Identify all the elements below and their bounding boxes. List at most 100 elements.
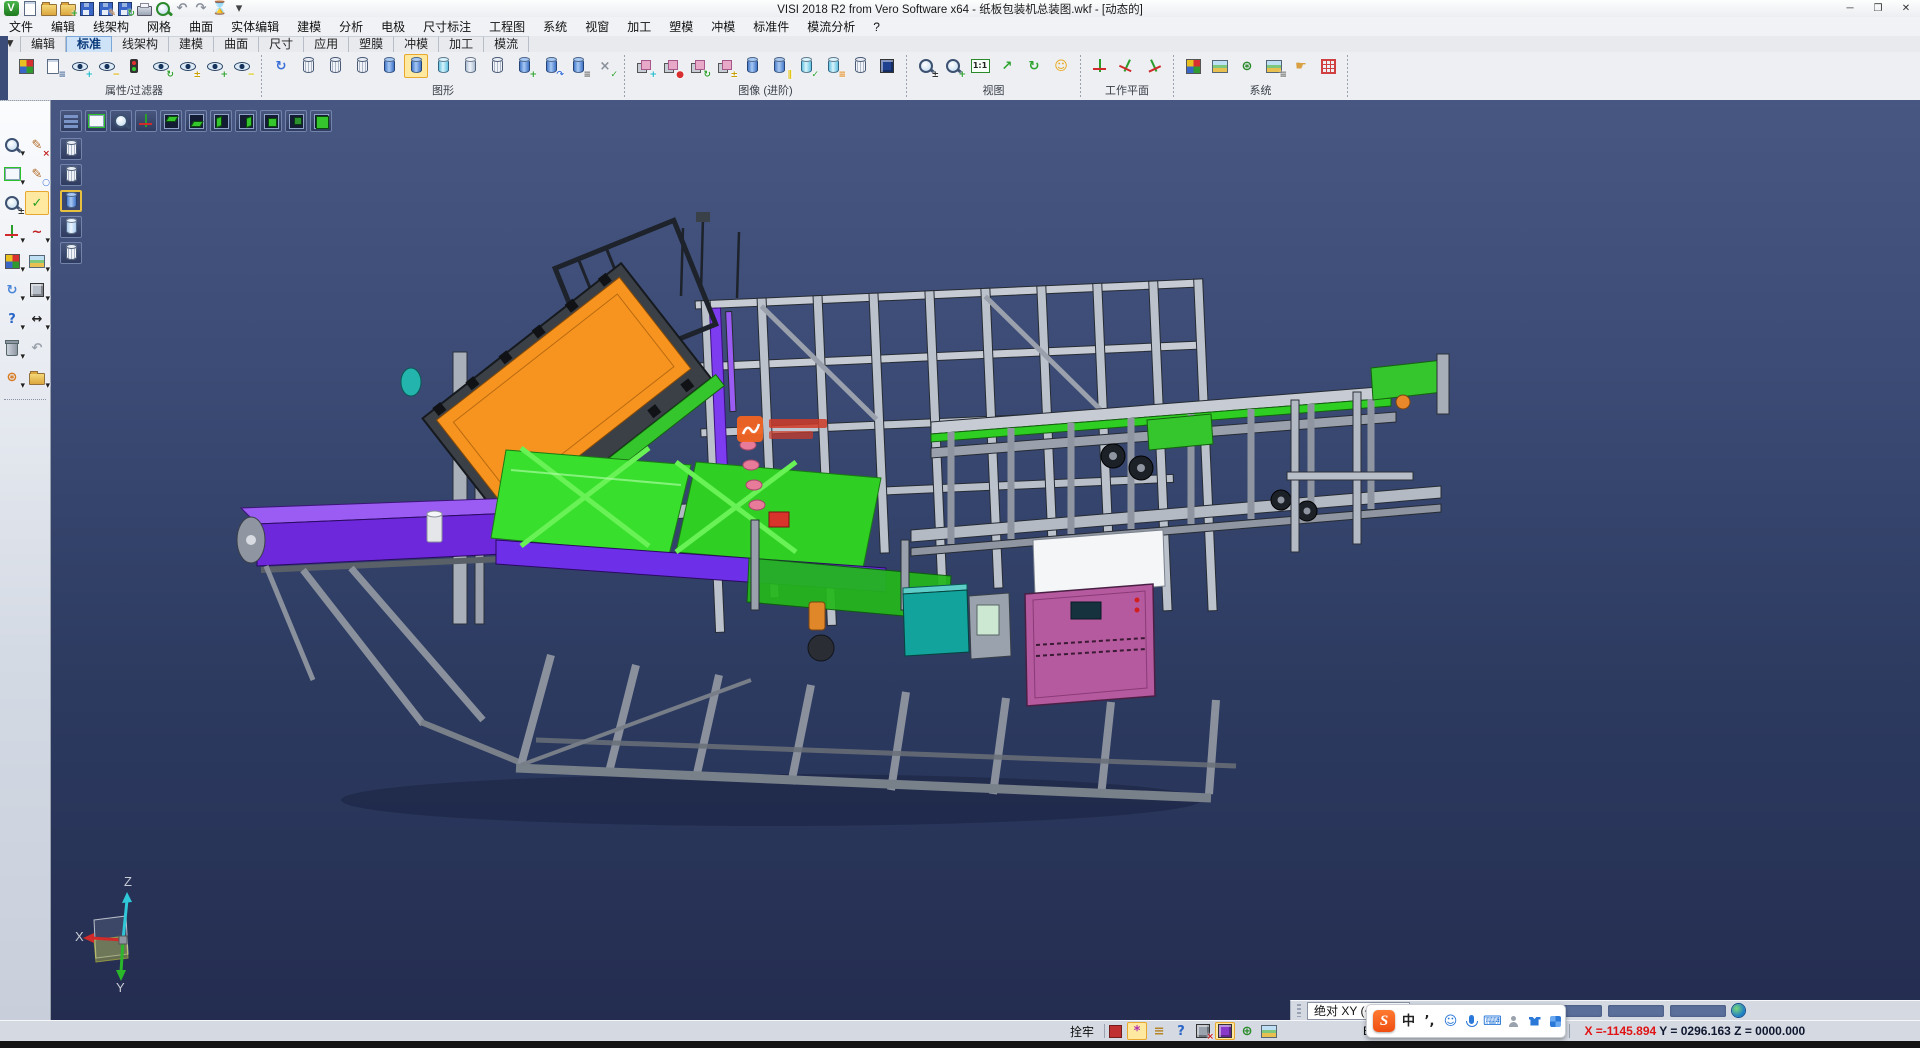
dashed-hidden-view-icon[interactable]: [350, 54, 374, 78]
view-iso-icon[interactable]: [310, 110, 332, 132]
edit-curve-tool[interactable]: ✎○: [25, 162, 49, 186]
menu-item-5[interactable]: 实体编辑: [222, 18, 288, 36]
mode-hatch-icon[interactable]: [60, 242, 82, 264]
print-icon[interactable]: [135, 0, 153, 17]
model-viewport[interactable]: X Y Z: [51, 100, 1920, 1020]
solid-sheet-icon[interactable]: ≡: [821, 54, 845, 78]
menu-item-9[interactable]: 尺寸标注: [414, 18, 480, 36]
zoom-selection-icon[interactable]: +: [941, 54, 965, 78]
tab-9[interactable]: 加工: [439, 36, 484, 52]
viewport-layout-tool[interactable]: ▾: [25, 249, 49, 273]
menu-item-1[interactable]: 编辑: [42, 18, 84, 36]
color-table-icon[interactable]: [1181, 54, 1205, 78]
menu-item-10[interactable]: 工程图: [480, 18, 534, 36]
tab-7[interactable]: 塑膜: [349, 36, 394, 52]
transparent-view-icon[interactable]: [431, 54, 455, 78]
status-slot-button[interactable]: [1670, 1005, 1726, 1017]
grid-config-icon[interactable]: [1316, 54, 1340, 78]
image-capture-icon[interactable]: [1208, 54, 1232, 78]
graphics-report-icon[interactable]: ≡: [566, 54, 590, 78]
quick-pick-icon[interactable]: *: [1127, 1022, 1147, 1040]
machine-model[interactable]: [51, 100, 1920, 1020]
workplane-normal-icon[interactable]: [1142, 54, 1166, 78]
tab-1[interactable]: 标准: [66, 36, 112, 52]
ime-wardrobe-icon[interactable]: [1525, 1009, 1544, 1033]
menu-item-11[interactable]: 系统: [534, 18, 576, 36]
attribute-info-icon[interactable]: ≡: [41, 54, 65, 78]
scene-menu-icon[interactable]: [60, 110, 82, 132]
mode-wireframe-icon[interactable]: [60, 138, 82, 160]
erase-tool[interactable]: ✎×: [25, 133, 49, 157]
zoom-extents-icon[interactable]: ±: [914, 54, 938, 78]
tab-2[interactable]: 线架构: [112, 36, 169, 52]
selection-frame-tool[interactable]: ▾: [0, 162, 24, 186]
menu-item-13[interactable]: 加工: [618, 18, 660, 36]
workplane-tool[interactable]: ▾: [0, 220, 24, 244]
save-as-icon[interactable]: ✎: [97, 0, 115, 17]
mode-ghost-icon[interactable]: [60, 216, 82, 238]
menu-item-2[interactable]: 线架构: [84, 18, 138, 36]
save-all-icon[interactable]: ↻: [116, 0, 134, 17]
show-add-icon[interactable]: +: [68, 54, 92, 78]
new-file-icon[interactable]: [21, 0, 39, 17]
wireframe-view-icon[interactable]: [296, 54, 320, 78]
ime-emoji-icon[interactable]: ☺: [1441, 1009, 1460, 1033]
undo-tool[interactable]: ↶: [25, 336, 49, 360]
shading-tool[interactable]: ▾: [25, 278, 49, 302]
ime-lang-chinese[interactable]: 中: [1399, 1009, 1418, 1033]
validate-solid-icon[interactable]: ✓: [794, 54, 818, 78]
context-help-icon[interactable]: ?: [1171, 1022, 1191, 1040]
striped-solid-icon[interactable]: [740, 54, 764, 78]
globe-icon[interactable]: [1732, 1004, 1745, 1017]
zoom-in-out-tool[interactable]: ±: [0, 191, 24, 215]
ime-toolbox-icon[interactable]: [1546, 1009, 1565, 1033]
view-right-icon[interactable]: [235, 110, 257, 132]
system-config-icon[interactable]: ⊛: [1235, 54, 1259, 78]
refresh-graphics-icon[interactable]: ↻: [269, 54, 293, 78]
file-browser-tool[interactable]: ▾: [25, 365, 49, 389]
menu-item-15[interactable]: 冲模: [702, 18, 744, 36]
hatched-view-icon[interactable]: [485, 54, 509, 78]
status-slot-button[interactable]: [1608, 1005, 1664, 1017]
open-file-icon[interactable]: [40, 0, 58, 17]
add-entities-icon[interactable]: +: [632, 54, 656, 78]
macro-record-icon[interactable]: [1105, 1022, 1125, 1040]
insert-file-icon[interactable]: +: [59, 0, 77, 17]
help-tool[interactable]: ?▾: [0, 307, 24, 331]
menu-item-4[interactable]: 曲面: [180, 18, 222, 36]
shaded-view-icon[interactable]: [377, 54, 401, 78]
view-front-icon[interactable]: [260, 110, 282, 132]
visibility-filter-icon[interactable]: [122, 54, 146, 78]
tab-6[interactable]: 应用: [304, 36, 349, 52]
ime-punctuation[interactable]: ’,: [1420, 1009, 1439, 1033]
mode-hidden-icon[interactable]: [60, 164, 82, 186]
isolate-icon[interactable]: ×: [1193, 1022, 1213, 1040]
workplane-origin-icon[interactable]: [1088, 54, 1112, 78]
striped-yellow-icon[interactable]: ∥: [767, 54, 791, 78]
menu-item-0[interactable]: 文件: [0, 18, 42, 36]
toggle-visibility-icon[interactable]: ±: [176, 54, 200, 78]
confirm-tool[interactable]: ✓: [25, 191, 49, 215]
measure-tool[interactable]: ↔▾: [25, 307, 49, 331]
view-bottom-icon[interactable]: [185, 110, 207, 132]
dynamic-mode-icon[interactable]: [1215, 1022, 1235, 1040]
view-left-icon[interactable]: [210, 110, 232, 132]
menu-item-8[interactable]: 电极: [372, 18, 414, 36]
window-config-icon[interactable]: ≡: [1262, 54, 1286, 78]
shaded-edges-view-icon[interactable]: [404, 54, 428, 78]
viewports-icon[interactable]: [1259, 1022, 1279, 1040]
tab-4[interactable]: 曲面: [214, 36, 259, 52]
tab-10[interactable]: 模流: [484, 36, 529, 52]
undo-icon[interactable]: ↶: [173, 0, 191, 17]
toggle-entities-icon[interactable]: ±: [713, 54, 737, 78]
close-button[interactable]: ✕: [1892, 1, 1920, 17]
menu-item-12[interactable]: 视窗: [576, 18, 618, 36]
solid-cube-icon[interactable]: [875, 54, 899, 78]
wrench-settings-icon[interactable]: ×✓: [593, 54, 617, 78]
show-all-icon[interactable]: +: [203, 54, 227, 78]
ime-keyboard-icon[interactable]: ⌨: [1483, 1009, 1502, 1033]
shading-mode-icon[interactable]: ☺: [1049, 54, 1073, 78]
copy-graphics-icon[interactable]: ↷: [539, 54, 563, 78]
ime-mic-icon[interactable]: [1462, 1009, 1481, 1033]
tab-3[interactable]: 建模: [169, 36, 214, 52]
